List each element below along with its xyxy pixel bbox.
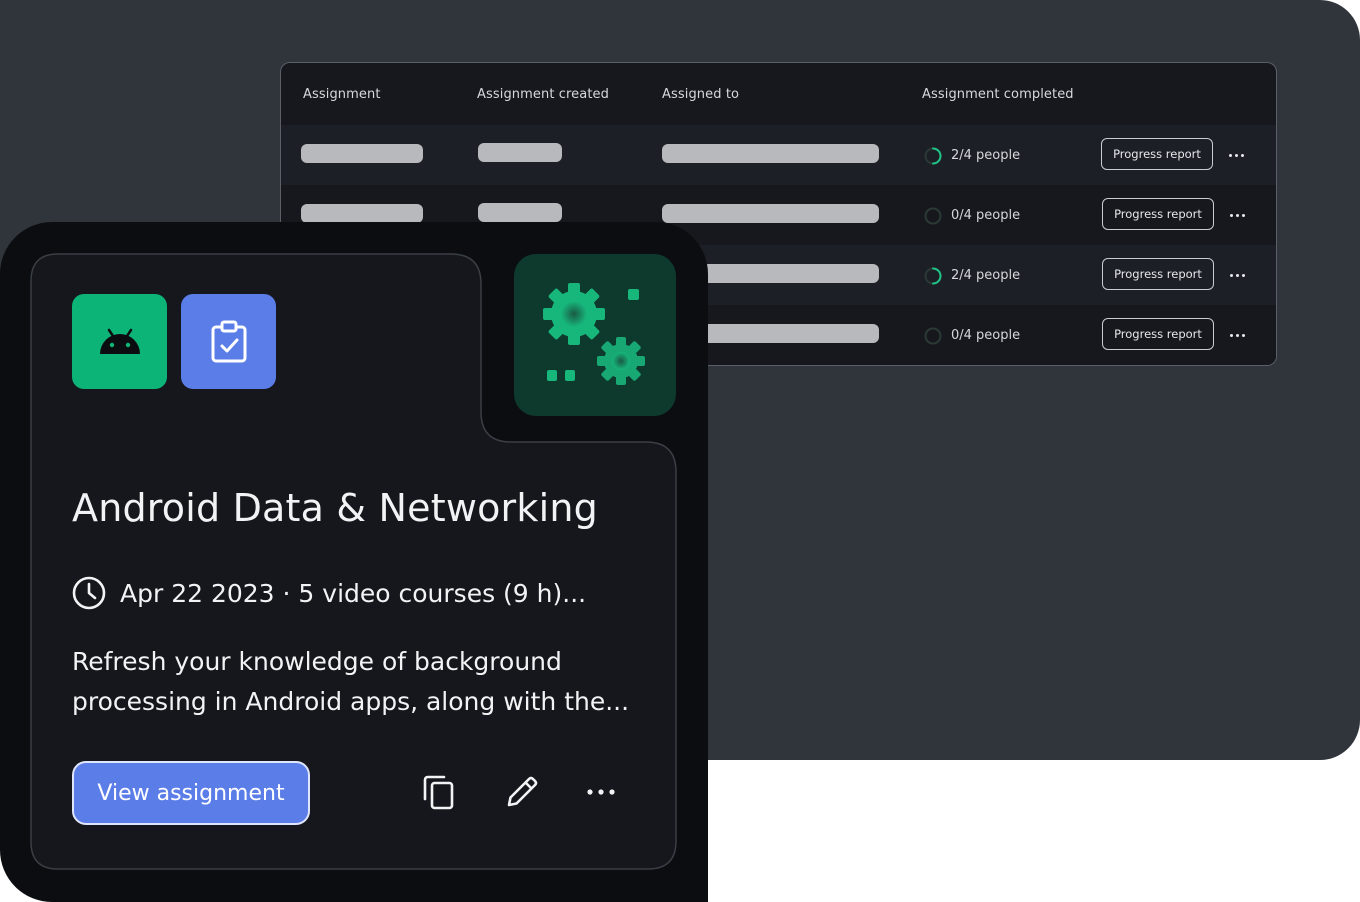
progress-report-button[interactable]: Progress report bbox=[1102, 258, 1214, 290]
gears-illustration bbox=[514, 254, 676, 416]
card-meta: Apr 22 2023 · 5 video courses (9 h)... bbox=[72, 575, 586, 611]
card-description: Refresh your knowledge of background pro… bbox=[72, 647, 630, 716]
row-more-icon[interactable] bbox=[1230, 210, 1248, 220]
completed-count: 2/4 people bbox=[951, 148, 1021, 163]
progress-report-button[interactable]: Progress report bbox=[1102, 198, 1214, 230]
clipboard-badge bbox=[181, 294, 276, 389]
progress-arc bbox=[932, 267, 942, 285]
card-meta-text: Apr 22 2023 · 5 video courses (9 h)... bbox=[120, 578, 587, 608]
progress-ring-icon bbox=[924, 207, 942, 225]
completed-count: 0/4 people bbox=[951, 328, 1021, 343]
card-title: Android Data & Networking bbox=[72, 486, 598, 530]
progress-report-button[interactable]: Progress report bbox=[1101, 138, 1213, 170]
completed-count: 0/4 people bbox=[951, 208, 1021, 223]
progress-report-button[interactable]: Progress report bbox=[1102, 318, 1214, 350]
more-icon[interactable] bbox=[584, 774, 620, 810]
row-more-icon[interactable] bbox=[1230, 330, 1248, 340]
android-badge bbox=[72, 294, 167, 389]
completed-count: 2/4 people bbox=[951, 268, 1021, 283]
gears-icon bbox=[543, 283, 645, 385]
progress-ring-icon bbox=[924, 147, 942, 165]
pencil-icon[interactable] bbox=[504, 774, 540, 810]
progress-ring-icon bbox=[924, 327, 942, 345]
row-more-icon[interactable] bbox=[1229, 150, 1247, 160]
android-icon bbox=[99, 328, 140, 354]
row-more-icon[interactable] bbox=[1230, 270, 1248, 280]
progress-arc bbox=[932, 147, 942, 165]
clipboard-check-icon bbox=[211, 320, 246, 362]
clock-icon bbox=[72, 576, 106, 610]
copy-icon[interactable] bbox=[421, 774, 457, 810]
view-assignment-button[interactable]: View assignment bbox=[72, 761, 310, 825]
progress-ring-icon bbox=[924, 267, 942, 285]
header-assignment-completed[interactable]: Assignment completed bbox=[922, 87, 1074, 102]
